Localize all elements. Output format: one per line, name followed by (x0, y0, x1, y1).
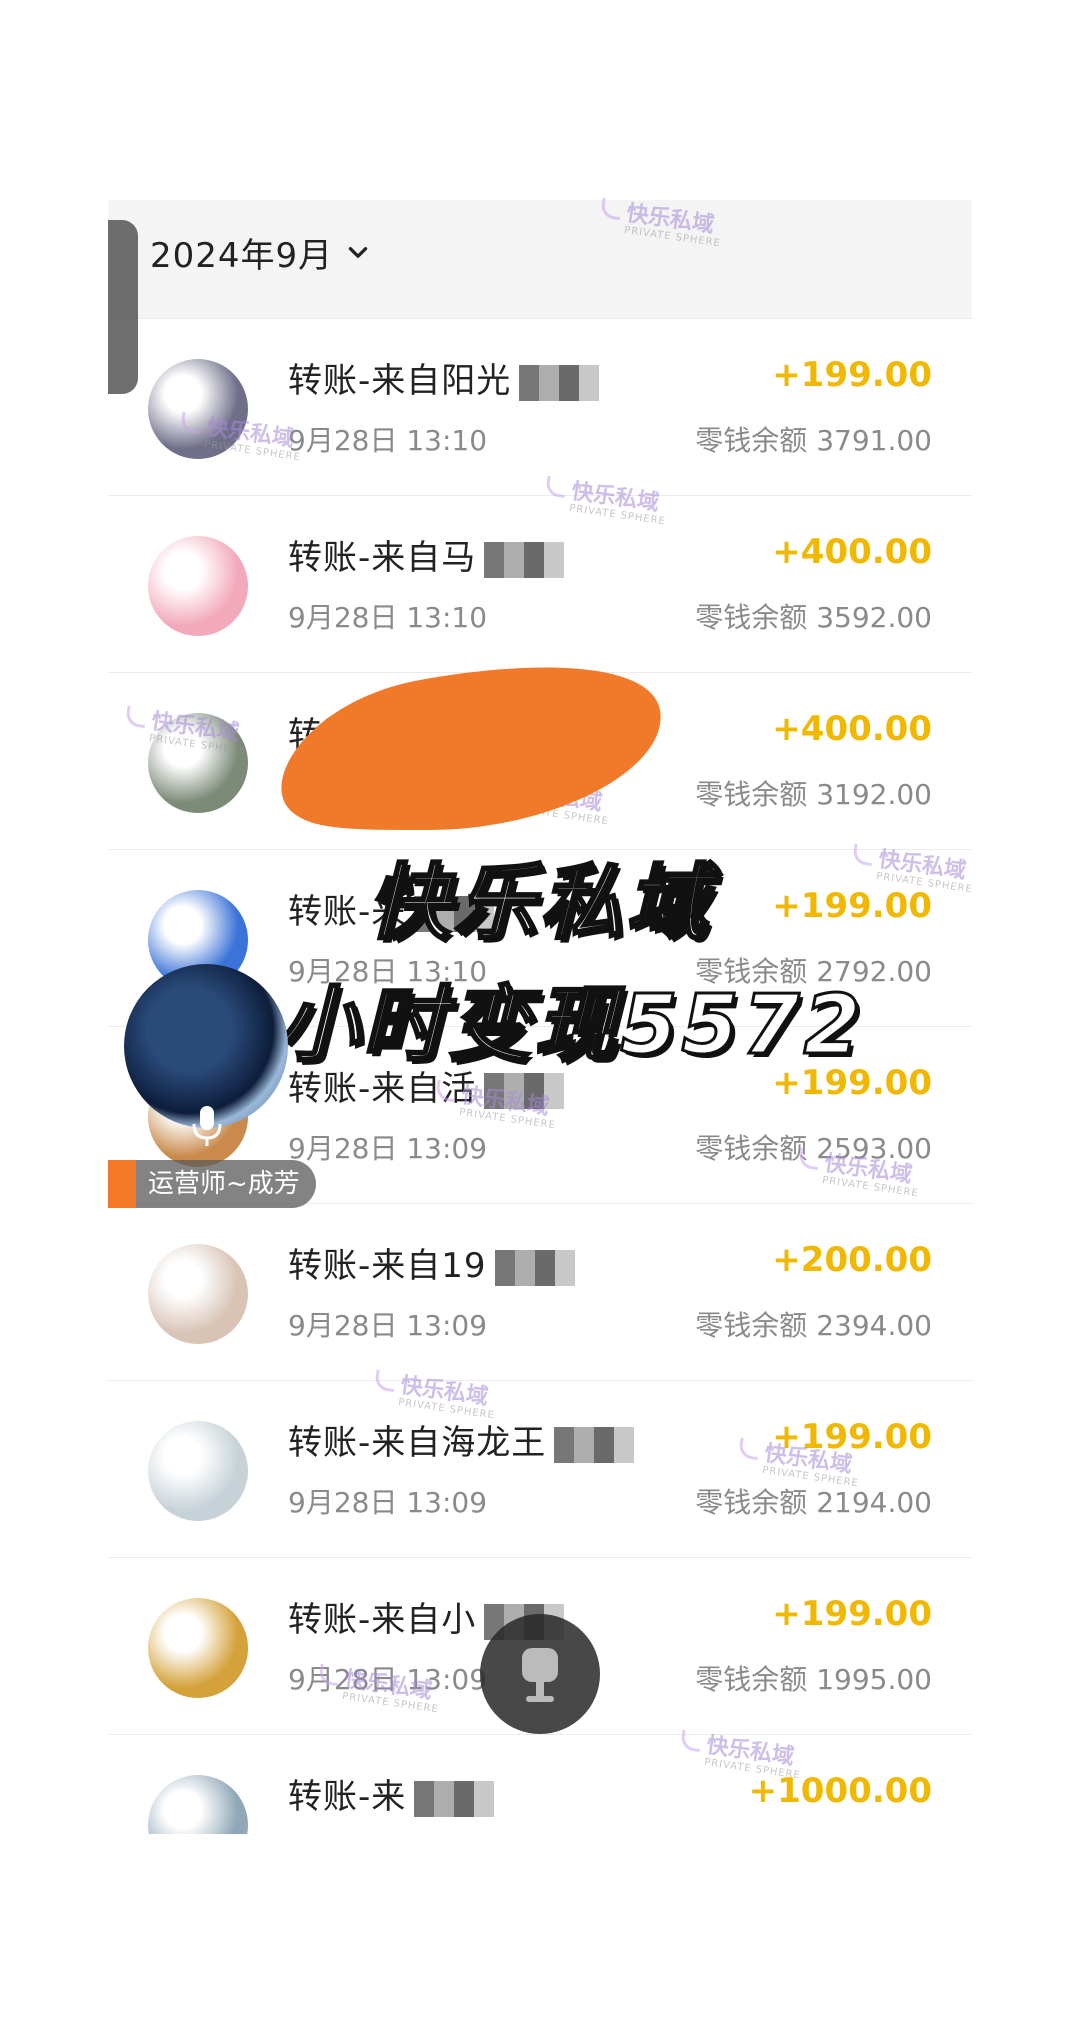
month-selector[interactable]: 2024年9月 (150, 228, 371, 277)
payer-avatar (148, 1421, 248, 1521)
payer-avatar (148, 1244, 248, 1344)
microphone-icon (192, 1106, 222, 1146)
payer-avatar (148, 1598, 248, 1698)
transaction-time: 9月28日 13:09 (288, 1663, 488, 1696)
transaction-title-text: 转账-来自海龙王 (288, 1423, 547, 1463)
host-name: 运营师~成芳 (148, 1169, 300, 1199)
transaction-title: 转账-来 (288, 1769, 495, 1818)
transaction-amount: +400.00 (772, 532, 932, 572)
balance-after: 零钱余额 2194.00 (695, 1486, 932, 1519)
balance-after: 零钱余额 3791.00 (695, 424, 932, 457)
payer-avatar (148, 1775, 248, 1834)
privacy-mosaic (484, 1072, 565, 1109)
transaction-title-text: 转账-来自马 (288, 538, 477, 578)
month-label: 2024年9月 (150, 236, 334, 276)
privacy-mosaic (414, 1780, 495, 1817)
transaction-title: 转账-来自19 (288, 1238, 575, 1287)
transaction-time: 9月28日 13:09 (288, 1132, 488, 1165)
transaction-amount: +199.00 (772, 1417, 932, 1457)
transaction-amount: +200.00 (772, 1240, 932, 1280)
payer-avatar (148, 536, 248, 636)
floating-mic-button[interactable] (480, 1614, 600, 1734)
chevron-down-icon (348, 246, 368, 258)
transaction-row[interactable]: 转账-来自海龙王 9月28日 13:09 +199.00 零钱余额 2194.0… (108, 1380, 972, 1557)
transaction-title-text: 转账-来 (288, 1777, 407, 1817)
transaction-amount: +400.00 (772, 709, 932, 749)
month-header[interactable]: 2024年9月 (108, 200, 972, 318)
transaction-title: 转账-来自阳光 (288, 353, 600, 402)
podcast-icon (522, 1648, 558, 1702)
balance-after: 零钱余额 1995.00 (695, 1663, 932, 1696)
transaction-title-text: 转账-来自阳光 (288, 361, 512, 401)
transaction-title: 转账-来自海龙王 (288, 1415, 635, 1464)
transaction-title-text: 转账-来自小 (288, 1600, 477, 1640)
transaction-time: 9月28日 13:10 (288, 424, 488, 457)
promo-blob (281, 667, 661, 830)
privacy-mosaic (519, 364, 600, 401)
transaction-title: 转账-来自马 (288, 530, 565, 579)
transaction-row[interactable]: 转账-来自阳光 9月28日 13:10 +199.00 零钱余额 3791.00 (108, 318, 972, 495)
transaction-row[interactable]: 转账-来 +1000.00 (108, 1734, 972, 1834)
side-drag-handle[interactable] (108, 220, 138, 394)
privacy-mosaic (494, 1249, 575, 1286)
transaction-row[interactable]: 转账-来自19 9月28日 13:09 +200.00 零钱余额 2394.00 (108, 1203, 972, 1380)
promo-title: 快乐私域 (367, 855, 712, 953)
payer-avatar (148, 359, 248, 459)
transaction-amount: +199.00 (772, 1594, 932, 1634)
host-badge-icon (108, 1160, 136, 1208)
privacy-mosaic (554, 1426, 635, 1463)
payer-avatar (148, 713, 248, 813)
transaction-time: 9月28日 13:09 (288, 1486, 488, 1519)
transaction-amount: +199.00 (772, 355, 932, 395)
host-name-tag[interactable]: 运营师~成芳 (108, 1160, 316, 1208)
transaction-amount: +1000.00 (748, 1771, 932, 1811)
balance-after: 零钱余额 3192.00 (695, 778, 932, 811)
transaction-time: 9月28日 13:09 (288, 1309, 488, 1342)
balance-after: 零钱余额 3592.00 (695, 601, 932, 634)
balance-after: 零钱余额 2394.00 (695, 1309, 932, 1342)
transaction-title-text: 转账-来自19 (288, 1246, 487, 1286)
balance-after: 零钱余额 2593.00 (695, 1132, 932, 1165)
privacy-mosaic (484, 541, 565, 578)
transaction-time: 9月28日 13:10 (288, 601, 488, 634)
